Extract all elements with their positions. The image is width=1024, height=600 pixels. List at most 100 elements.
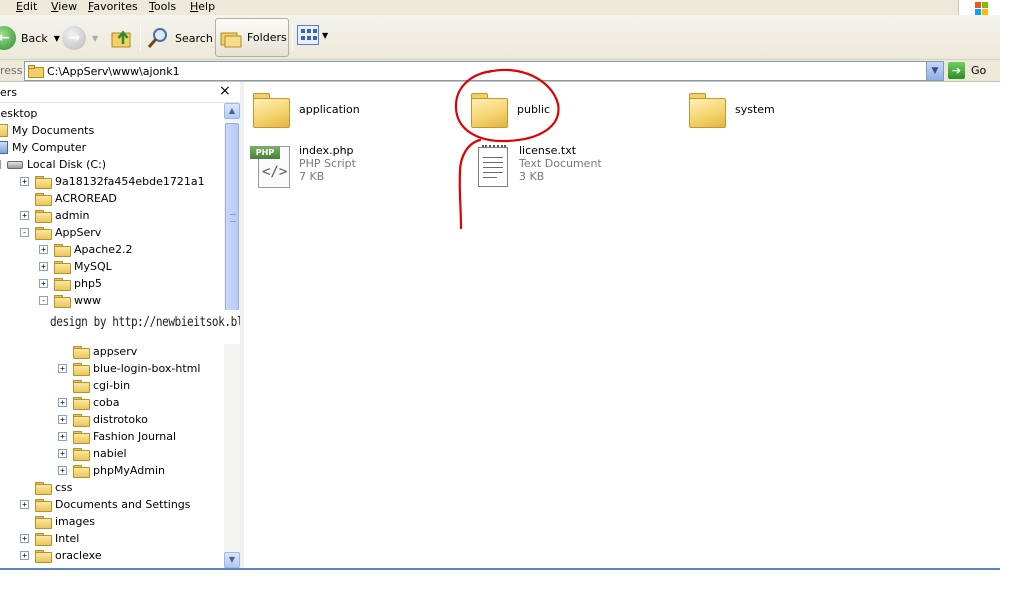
- tree-item-css[interactable]: css: [20, 479, 73, 496]
- folder-icon: [73, 447, 90, 461]
- my-computer-icon: [0, 141, 8, 154]
- expand-icon[interactable]: +: [58, 432, 67, 441]
- tree-item-nabiel[interactable]: + nabiel: [58, 445, 127, 462]
- scroll-up-icon[interactable]: ▲: [224, 103, 240, 119]
- tree-item-apache2-2[interactable]: + Apache2.2: [39, 241, 133, 258]
- folder-icon: [35, 209, 52, 223]
- collapse-icon[interactable]: -: [39, 296, 48, 305]
- expand-icon[interactable]: +: [20, 551, 29, 560]
- tree-item-mysql[interactable]: + MySQL: [39, 258, 112, 275]
- scroll-down-icon[interactable]: ▼: [224, 552, 240, 568]
- views-icon: [297, 25, 319, 45]
- collapse-icon[interactable]: -: [20, 228, 29, 237]
- expand-icon[interactable]: +: [20, 211, 29, 220]
- menu-help[interactable]: Help: [190, 0, 215, 13]
- menu-view[interactable]: View: [51, 0, 77, 13]
- views-dropdown-icon[interactable]: ▼: [322, 31, 328, 40]
- expand-icon[interactable]: +: [39, 262, 48, 271]
- tree-item-my-documents[interactable]: My Documents: [0, 122, 94, 139]
- tree-item-label: appserv: [93, 345, 138, 358]
- file-item-index-php[interactable]: PHP </> index.php PHP Script 7 KB: [248, 144, 356, 190]
- tree-item-fashion-journal[interactable]: + Fashion Journal: [58, 428, 176, 445]
- tree-item-appserv[interactable]: appserv: [58, 343, 137, 360]
- folder-icon: [35, 192, 52, 206]
- close-icon[interactable]: ×: [219, 82, 231, 100]
- menu-edit[interactable]: Edit: [16, 0, 37, 13]
- file-name: license.txt: [519, 144, 577, 157]
- tree-item-documents-and-settings[interactable]: + Documents and Settings: [20, 496, 191, 513]
- address-dropdown-icon[interactable]: ▼: [926, 62, 943, 80]
- expand-icon[interactable]: +: [39, 245, 48, 254]
- folder-name: application: [299, 103, 360, 116]
- expand-icon[interactable]: +: [58, 466, 67, 475]
- scroll-thumb[interactable]: [225, 123, 239, 311]
- tree-item-label: My Documents: [12, 124, 95, 137]
- status-divider: [0, 568, 1000, 570]
- search-button[interactable]: Search: [146, 20, 213, 56]
- tree-item-blue-login-box-html[interactable]: + blue-login-box-html: [58, 360, 200, 377]
- folder-icon: [73, 413, 90, 427]
- go-button[interactable]: ➔ Go: [948, 62, 986, 79]
- expand-icon[interactable]: +: [20, 500, 29, 509]
- tree-item-9a18132fa454ebde1721a1[interactable]: +9a18132fa454ebde1721a1: [20, 173, 205, 190]
- back-button[interactable]: ← Back ▼: [0, 20, 60, 56]
- tree-item-label: ACROREAD: [55, 192, 117, 205]
- tree-item-admin[interactable]: + admin: [20, 207, 89, 224]
- collapse-icon[interactable]: -: [0, 160, 1, 169]
- expand-icon[interactable]: +: [58, 398, 67, 407]
- up-folder-button[interactable]: [110, 20, 134, 56]
- my-documents-icon: [0, 124, 8, 137]
- tree-item-acroread[interactable]: ACROREAD: [20, 190, 117, 207]
- file-type: Text Document: [519, 157, 602, 170]
- expand-icon[interactable]: +: [58, 449, 67, 458]
- folder-icon: [35, 226, 52, 240]
- folders-label: Folders: [247, 31, 287, 44]
- forward-button[interactable]: → ▼: [62, 20, 98, 56]
- text-file-icon: [472, 144, 516, 190]
- tree-item-images[interactable]: images: [20, 513, 95, 530]
- back-label: Back: [21, 31, 48, 45]
- folder-icon: [35, 549, 52, 563]
- forward-dropdown-icon[interactable]: ▼: [92, 34, 98, 43]
- tree-item-phpmyadmin[interactable]: + phpMyAdmin: [58, 462, 165, 479]
- toolbar-separator: [140, 25, 141, 51]
- tree-item-php5[interactable]: + php5: [39, 275, 102, 292]
- tree-item-label: blue-login-box-html: [93, 362, 201, 375]
- views-button[interactable]: ▼: [297, 25, 328, 45]
- folder-item-application[interactable]: application: [250, 90, 360, 130]
- folder-item-system[interactable]: system: [686, 90, 775, 130]
- address-input[interactable]: C:\AppServ\www\ajonk1 ▼: [24, 61, 944, 81]
- tree-item-intel[interactable]: + Intel: [20, 530, 79, 547]
- tree-item-local-disk-c[interactable]: - Local Disk (C:): [0, 156, 106, 173]
- folder-icon: [73, 464, 90, 478]
- folder-icon: [28, 65, 44, 78]
- tree-item-www[interactable]: - www: [39, 292, 101, 309]
- tree-item-coba[interactable]: + coba: [58, 394, 120, 411]
- expand-icon[interactable]: +: [39, 279, 48, 288]
- expand-icon[interactable]: +: [20, 177, 29, 186]
- folder-icon: [35, 481, 52, 495]
- tree-item-appserv[interactable]: - AppServ: [20, 224, 101, 241]
- menu-bar: Edit View Favorites Tools Help: [0, 0, 1000, 17]
- expand-icon[interactable]: +: [20, 534, 29, 543]
- tree-item-label: Desktop: [0, 107, 38, 120]
- tree-item-desktop[interactable]: Desktop: [0, 105, 37, 122]
- folder-icon: [73, 396, 90, 410]
- folder-name: public: [517, 103, 551, 116]
- menu-favorites[interactable]: Favorites: [88, 0, 138, 13]
- tree-item-distrotoko[interactable]: + distrotoko: [58, 411, 148, 428]
- tree-item-label: cgi-bin: [93, 379, 131, 392]
- folders-button[interactable]: Folders: [215, 18, 289, 57]
- back-dropdown-icon[interactable]: ▼: [54, 34, 60, 43]
- file-item-license-txt[interactable]: license.txt Text Document 3 KB: [472, 144, 602, 190]
- tree-item-my-computer[interactable]: My Computer: [0, 139, 86, 156]
- file-name: index.php: [299, 144, 354, 157]
- menu-tools[interactable]: Tools: [149, 0, 176, 13]
- expand-icon[interactable]: +: [58, 415, 67, 424]
- tree-item-oraclexe[interactable]: + oraclexe: [20, 547, 102, 564]
- expand-icon[interactable]: +: [58, 364, 67, 373]
- folder-item-public[interactable]: public: [468, 90, 550, 130]
- tree-item-cgi-bin[interactable]: cgi-bin: [58, 377, 130, 394]
